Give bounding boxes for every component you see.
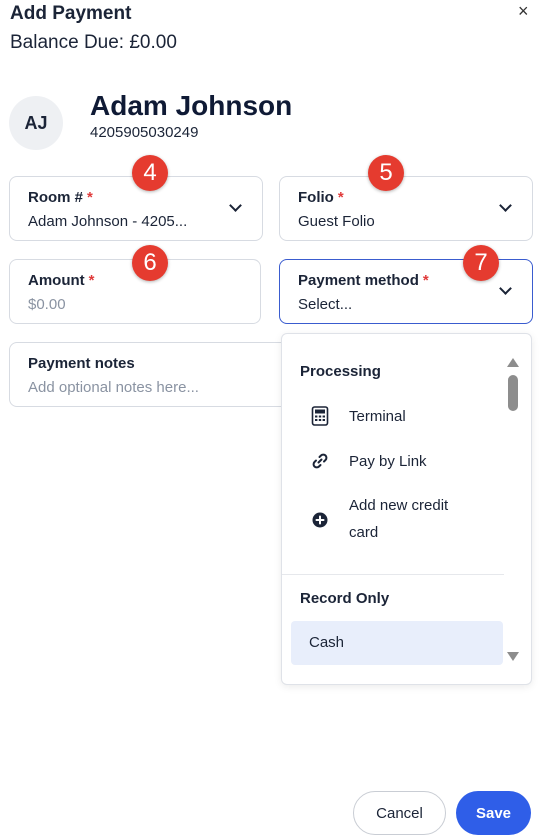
guest-name: Adam Johnson	[90, 90, 293, 121]
option-cash[interactable]: Cash	[291, 621, 503, 665]
amount-input[interactable]: $0.00	[28, 296, 66, 313]
payment-notes-input[interactable]: Add optional notes here...	[28, 379, 199, 396]
balance-due: Balance Due: £0.00	[10, 32, 177, 53]
required-marker: *	[88, 272, 95, 289]
payment-notes-field[interactable]: Payment notes Add optional notes here...	[9, 342, 299, 407]
folio-select[interactable]: Folio * Guest Folio	[279, 176, 533, 241]
plus-circle-icon	[310, 510, 330, 530]
section-processing: Processing	[300, 363, 381, 380]
step-badge-amount: 6	[132, 245, 168, 281]
link-icon	[310, 451, 330, 471]
save-button[interactable]: Save	[456, 791, 531, 835]
option-terminal[interactable]: Terminal	[282, 402, 502, 432]
section-record-only: Record Only	[300, 590, 390, 607]
room-label: Room # *	[28, 189, 93, 206]
chevron-down-icon	[499, 282, 512, 295]
option-label-line1: Add new credit	[349, 497, 449, 514]
chevron-down-icon	[229, 199, 242, 212]
avatar-initials: AJ	[24, 112, 48, 133]
option-label: Cash	[309, 634, 345, 651]
avatar: AJ	[9, 96, 63, 150]
room-value: Adam Johnson - 4205...	[28, 213, 188, 230]
step-badge-folio: 5	[368, 155, 404, 191]
step-badge-payment-method: 7	[463, 245, 499, 281]
scroll-up-arrow-icon[interactable]	[507, 358, 519, 367]
cancel-button[interactable]: Cancel	[353, 791, 446, 835]
scroll-down-arrow-icon[interactable]	[507, 652, 519, 661]
amount-label: Amount *	[28, 272, 95, 289]
option-label: Pay by Link	[349, 453, 427, 470]
close-icon[interactable]: ×	[518, 1, 529, 22]
payment-method-value: Select...	[298, 296, 353, 313]
terminal-icon	[310, 406, 330, 426]
payment-notes-label: Payment notes	[28, 355, 135, 372]
chevron-down-icon	[499, 199, 512, 212]
divider	[282, 574, 504, 575]
folio-value: Guest Folio	[298, 213, 375, 230]
option-label: Terminal	[349, 408, 406, 425]
payment-method-dropdown[interactable]: Processing Terminal Pay by Link Add new …	[281, 333, 532, 685]
guest-id: 4205905030249	[90, 124, 199, 141]
step-badge-room: 4	[132, 155, 168, 191]
option-pay-by-link[interactable]: Pay by Link	[282, 447, 502, 477]
dialog-title: Add Payment	[10, 3, 132, 24]
option-label-line2: card	[349, 524, 379, 541]
room-select[interactable]: Room # * Adam Johnson - 4205...	[9, 176, 263, 241]
required-marker: *	[87, 189, 93, 206]
option-add-credit-card[interactable]: Add new credit card	[282, 492, 502, 548]
required-marker: *	[337, 189, 344, 206]
payment-method-label: Payment method *	[298, 272, 429, 289]
scrollbar-thumb[interactable]	[508, 375, 518, 411]
folio-label: Folio *	[298, 189, 344, 206]
required-marker: *	[422, 272, 429, 289]
